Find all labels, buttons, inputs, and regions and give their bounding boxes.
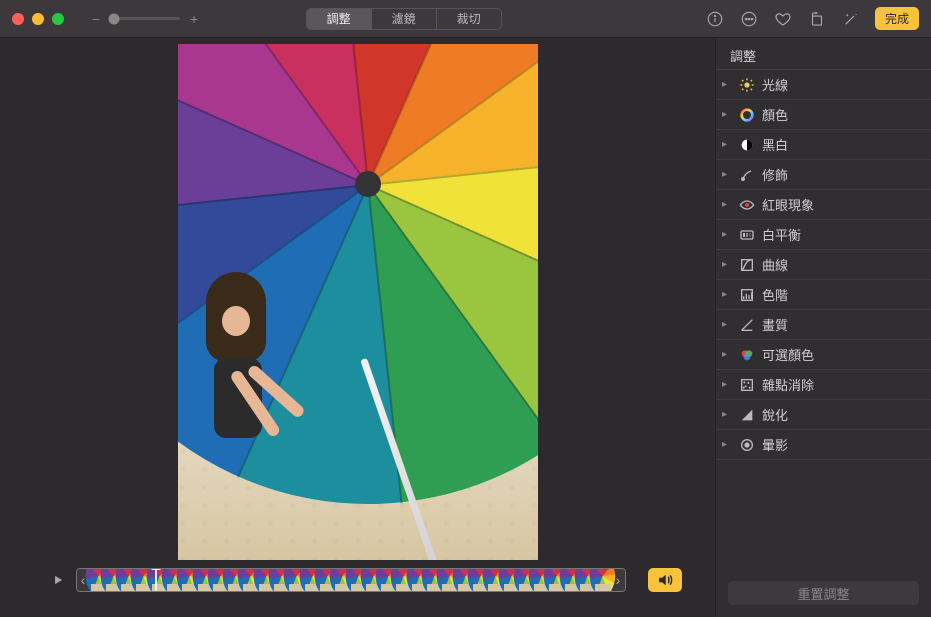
adjust-item-label: 暈影 (762, 435, 788, 454)
adjust-item-label: 修飾 (762, 165, 788, 184)
edit-mode-segmented: 調整 濾鏡 裁切 (306, 8, 502, 30)
adjust-item-label: 曲線 (762, 255, 788, 274)
adjust-item-label: 可選顏色 (762, 345, 814, 364)
levels-icon (738, 286, 756, 304)
chevron-right-icon: ▸ (722, 79, 732, 90)
done-button[interactable]: 完成 (875, 7, 919, 30)
zoom-slider[interactable]: − + (90, 11, 200, 27)
chevron-right-icon: ▸ (722, 139, 732, 150)
adjust-item-label: 紅眼現象 (762, 195, 814, 214)
rotate-icon[interactable] (807, 9, 827, 29)
adjust-item-wb[interactable]: ▸ 白平衡 (716, 220, 931, 250)
canvas-area: ‹ › (0, 38, 715, 617)
chevron-right-icon: ▸ (722, 109, 732, 120)
favorite-icon[interactable] (773, 9, 793, 29)
adjust-item-sharpen[interactable]: ▸ 銳化 (716, 400, 931, 430)
window-close-button[interactable] (12, 13, 24, 25)
vignette-icon (738, 436, 756, 454)
adjust-item-label: 光線 (762, 75, 788, 94)
adjust-sidebar: 調整 ▸ 光線 ▸ 顏色 ▸ 黑白 ▸ 修飾 ▸ 紅眼現象 ▸ 白平衡 ▸ 曲線 ▸ 色階 ▸ 畫質 ▸ 可選顏色 ▸ 雜… (715, 38, 931, 617)
adjust-item-vignette[interactable]: ▸ 暈影 (716, 430, 931, 460)
zoom-thumb[interactable] (109, 13, 120, 24)
timeline-filmstrip[interactable] (91, 569, 611, 591)
adjust-item-redeye[interactable]: ▸ 紅眼現象 (716, 190, 931, 220)
window-minimize-button[interactable] (32, 13, 44, 25)
playhead[interactable] (155, 568, 157, 592)
adjust-item-label: 畫質 (762, 315, 788, 334)
curves-icon (738, 256, 756, 274)
chevron-right-icon: ▸ (722, 349, 732, 360)
window-fullscreen-button[interactable] (52, 13, 64, 25)
wb-icon (738, 226, 756, 244)
chevron-right-icon: ▸ (722, 289, 732, 300)
zoom-in-icon: + (188, 11, 200, 27)
chevron-right-icon: ▸ (722, 169, 732, 180)
zoom-track[interactable] (110, 17, 180, 20)
redeye-icon (738, 196, 756, 214)
toolbar-right: 完成 (705, 7, 919, 30)
adjust-item-label: 白平衡 (762, 225, 801, 244)
auto-enhance-icon[interactable] (841, 9, 861, 29)
light-icon (738, 76, 756, 94)
audio-button[interactable] (648, 568, 682, 592)
adjust-item-label: 銳化 (762, 405, 788, 424)
photo-preview[interactable] (178, 44, 538, 560)
bw-icon (738, 136, 756, 154)
color-icon (738, 106, 756, 124)
tab-adjust[interactable]: 調整 (307, 9, 372, 29)
adjust-item-label: 顏色 (762, 105, 788, 124)
adjust-list: ▸ 光線 ▸ 顏色 ▸ 黑白 ▸ 修飾 ▸ 紅眼現象 ▸ 白平衡 ▸ 曲線 ▸ 色階 ▸ 畫質 ▸ 可選顏色 ▸ 雜點消除… (716, 70, 931, 571)
titlebar: − + 調整 濾鏡 裁切 完成 (0, 0, 931, 38)
adjust-item-definition[interactable]: ▸ 畫質 (716, 310, 931, 340)
sharpen-icon (738, 406, 756, 424)
retouch-icon (738, 166, 756, 184)
chevron-right-icon: ▸ (722, 319, 732, 330)
timeline-frame[interactable] (595, 569, 610, 591)
chevron-right-icon: ▸ (722, 439, 732, 450)
adjust-item-label: 黑白 (762, 135, 788, 154)
sidebar-title: 調整 (716, 38, 931, 70)
chevron-right-icon: ▸ (722, 379, 732, 390)
main-area: ‹ › 調整 ▸ 光線 ▸ 顏色 ▸ 黑白 ▸ 修飾 ▸ 紅眼現象 ▸ 白平衡 ▸ 曲線 ▸ 色階 ▸ 畫質 ▸ 可選… (0, 38, 931, 617)
video-timeline[interactable]: ‹ › (76, 568, 626, 592)
noise-icon (738, 376, 756, 394)
definition-icon (738, 316, 756, 334)
reset-adjustments-button[interactable]: 重置調整 (728, 581, 919, 605)
tab-filters[interactable]: 濾鏡 (372, 9, 437, 29)
tab-crop[interactable]: 裁切 (437, 9, 501, 29)
adjust-item-label: 色階 (762, 285, 788, 304)
chevron-right-icon: ▸ (722, 229, 732, 240)
adjust-item-light[interactable]: ▸ 光線 (716, 70, 931, 100)
adjust-item-bw[interactable]: ▸ 黑白 (716, 130, 931, 160)
selcolor-icon (738, 346, 756, 364)
adjust-item-levels[interactable]: ▸ 色階 (716, 280, 931, 310)
adjust-item-selcolor[interactable]: ▸ 可選顏色 (716, 340, 931, 370)
adjust-item-label: 雜點消除 (762, 375, 814, 394)
window-controls (12, 13, 64, 25)
timeline-row: ‹ › (48, 568, 668, 592)
adjust-item-color[interactable]: ▸ 顏色 (716, 100, 931, 130)
adjust-item-retouch[interactable]: ▸ 修飾 (716, 160, 931, 190)
adjust-item-noise[interactable]: ▸ 雜點消除 (716, 370, 931, 400)
chevron-right-icon: ▸ (722, 259, 732, 270)
adjust-item-curves[interactable]: ▸ 曲線 (716, 250, 931, 280)
chevron-right-icon: ▸ (722, 199, 732, 210)
chevron-right-icon: ▸ (722, 409, 732, 420)
more-icon[interactable] (739, 9, 759, 29)
play-button[interactable] (48, 570, 68, 590)
info-icon[interactable] (705, 9, 725, 29)
zoom-out-icon: − (90, 11, 102, 27)
